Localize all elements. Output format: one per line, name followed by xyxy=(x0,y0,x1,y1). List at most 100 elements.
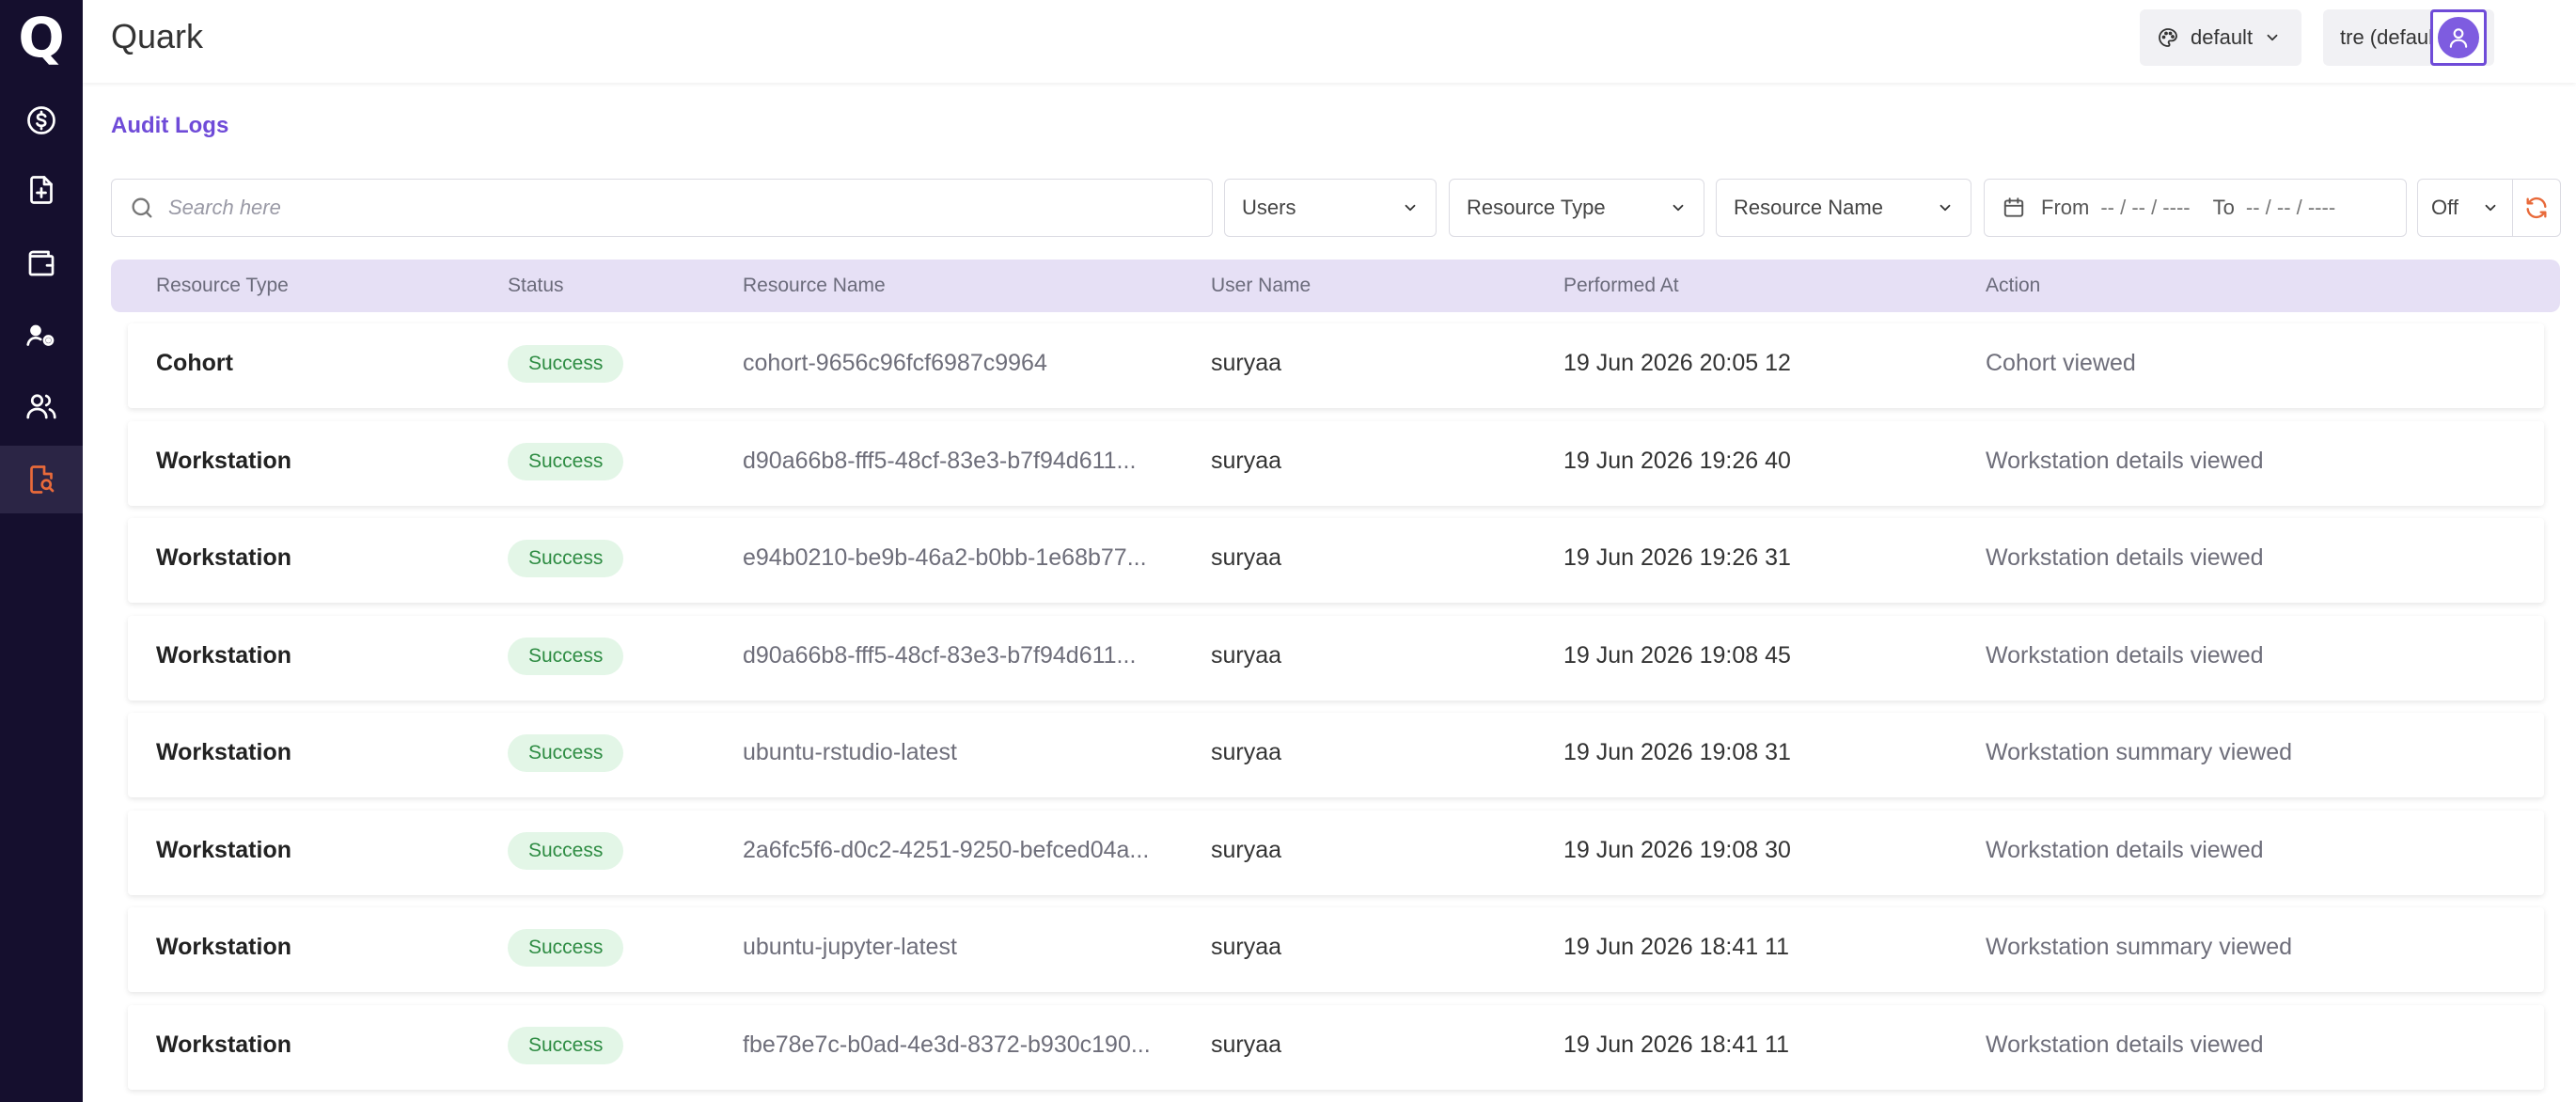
date-to-input[interactable]: -- / -- / ---- xyxy=(2246,196,2335,220)
table-row[interactable]: Workstation Success ubuntu-jupyter-lates… xyxy=(128,907,2544,992)
cell-performed-at: 19 Jun 2026 19:08 45 xyxy=(1563,642,1791,669)
chevron-down-icon xyxy=(2267,34,2278,41)
cell-resource-name: cohort-9656c96fcf6987c9964 xyxy=(743,350,1047,376)
chevron-down-icon xyxy=(1940,204,1951,212)
status-badge: Success xyxy=(508,540,624,577)
table-row[interactable]: Workstation Success d90a66b8-fff5-48cf-8… xyxy=(128,421,2544,506)
cell-resource-name: e94b0210-be9b-46a2-b0bb-1e68b77... xyxy=(743,544,1147,571)
chevron-down-icon xyxy=(1673,204,1684,212)
nav-item-billing[interactable] xyxy=(0,87,83,154)
cell-user-name: suryaa xyxy=(1211,837,1282,863)
cell-performed-at: 19 Jun 2026 19:08 31 xyxy=(1563,739,1791,765)
dollar-circle-icon xyxy=(27,106,55,134)
status-badge: Success xyxy=(508,734,624,772)
resource-type-filter-label: Resource Type xyxy=(1467,196,1606,219)
date-to-label: To xyxy=(2212,196,2235,219)
sidebar: Q xyxy=(0,0,83,1102)
profile-avatar-button[interactable] xyxy=(2430,9,2487,66)
top-header: Quark default tre (default) xyxy=(83,0,2576,83)
table-row[interactable]: Cohort Success cohort-9656c96fcf6987c996… xyxy=(128,323,2544,408)
cell-performed-at: 19 Jun 2026 20:05 12 xyxy=(1563,350,1791,376)
cell-performed-at: 19 Jun 2026 18:41 11 xyxy=(1563,934,1790,960)
theme-select[interactable]: default xyxy=(2140,9,2301,66)
table-row[interactable]: Workstation Success 2a6fc5f6-d0c2-4251-9… xyxy=(128,811,2544,895)
table-header: Resource Type Status Resource Name User … xyxy=(111,260,2560,312)
date-range-picker[interactable]: From -- / -- / ---- To -- / -- / ---- xyxy=(1984,179,2407,237)
app-title: Quark xyxy=(111,17,204,55)
cell-action: Cohort viewed xyxy=(1986,350,2136,376)
nav-item-wallet[interactable] xyxy=(0,229,83,297)
table-row[interactable]: Workstation Success fbe78e7c-b0ad-4e3d-8… xyxy=(128,1005,2544,1090)
table-row[interactable]: Workstation Success e94b0210-be9b-46a2-b… xyxy=(128,518,2544,603)
nav-item-users[interactable] xyxy=(0,372,83,440)
column-header-resource-type: Resource Type xyxy=(156,275,289,296)
refresh-button[interactable] xyxy=(2512,179,2561,237)
user-icon xyxy=(2449,28,2468,48)
refresh-icon xyxy=(2526,197,2547,219)
cell-action: Workstation details viewed xyxy=(1986,837,2264,863)
cell-action: Workstation summary viewed xyxy=(1986,934,2293,960)
breadcrumb[interactable]: Audit Logs xyxy=(111,113,228,139)
cell-resource-name: d90a66b8-fff5-48cf-83e3-b7f94d611... xyxy=(743,448,1137,474)
cell-performed-at: 19 Jun 2026 19:08 30 xyxy=(1563,837,1791,863)
search-icon xyxy=(132,197,152,218)
status-badge: Success xyxy=(508,832,624,870)
cell-action: Workstation details viewed xyxy=(1986,544,2264,571)
cell-performed-at: 19 Jun 2026 19:26 40 xyxy=(1563,448,1791,474)
calendar-icon xyxy=(2003,197,2024,217)
cell-resource-name: 2a6fc5f6-d0c2-4251-9250-befced04a... xyxy=(743,837,1150,863)
chevron-down-icon xyxy=(1405,204,1416,212)
cell-user-name: suryaa xyxy=(1211,448,1282,474)
cell-action: Workstation summary viewed xyxy=(1986,739,2293,765)
refresh-interval-label: Off xyxy=(2431,196,2458,219)
search-input[interactable] xyxy=(168,196,1108,220)
resource-name-filter-label: Resource Name xyxy=(1734,196,1883,219)
cell-performed-at: 19 Jun 2026 18:41 11 xyxy=(1563,1031,1790,1058)
cell-resource-type: Workstation xyxy=(156,739,291,765)
search-box[interactable] xyxy=(111,179,1213,237)
cell-resource-name: ubuntu-rstudio-latest xyxy=(743,739,957,765)
cell-resource-name: d90a66b8-fff5-48cf-83e3-b7f94d611... xyxy=(743,642,1137,669)
status-badge: Success xyxy=(508,929,624,967)
status-badge: Success xyxy=(508,638,624,675)
wallet-icon xyxy=(28,250,55,276)
table-row[interactable]: Workstation Success d90a66b8-fff5-48cf-8… xyxy=(128,616,2544,701)
status-badge: Success xyxy=(508,1027,624,1064)
cell-resource-name: fbe78e7c-b0ad-4e3d-8372-b930c190... xyxy=(743,1031,1151,1058)
cell-resource-type: Cohort xyxy=(156,350,233,376)
cell-action: Workstation details viewed xyxy=(1986,448,2264,474)
cell-user-name: suryaa xyxy=(1211,739,1282,765)
app-logo[interactable]: Q xyxy=(0,0,83,75)
nav-item-audit-logs[interactable] xyxy=(0,446,83,513)
chevron-down-icon xyxy=(2485,204,2496,212)
date-from-input[interactable]: -- / -- / ---- xyxy=(2100,196,2190,220)
cell-resource-type: Workstation xyxy=(156,448,291,474)
theme-select-label: default xyxy=(2191,25,2254,49)
cell-resource-type: Workstation xyxy=(156,1031,291,1058)
resource-name-filter-select[interactable]: Resource Name xyxy=(1716,179,1971,237)
table-row[interactable]: Workstation Success ubuntu-rstudio-lates… xyxy=(128,713,2544,797)
users-icon xyxy=(26,394,56,419)
users-filter-label: Users xyxy=(1242,196,1296,219)
nav-item-user-settings[interactable] xyxy=(0,301,83,369)
column-header-status: Status xyxy=(508,275,564,296)
users-filter-select[interactable]: Users xyxy=(1224,179,1437,237)
column-header-action: Action xyxy=(1986,275,2041,296)
refresh-interval-select[interactable]: Off xyxy=(2417,179,2513,237)
filter-bar: Users Resource Type Resource Name From -… xyxy=(0,179,2576,237)
cell-user-name: suryaa xyxy=(1211,544,1282,571)
cell-resource-name: ubuntu-jupyter-latest xyxy=(743,934,957,960)
cell-action: Workstation details viewed xyxy=(1986,642,2264,669)
cell-user-name: suryaa xyxy=(1211,642,1282,669)
cell-resource-type: Workstation xyxy=(156,934,291,960)
cell-performed-at: 19 Jun 2026 19:26 31 xyxy=(1563,544,1791,571)
resource-type-filter-select[interactable]: Resource Type xyxy=(1449,179,1704,237)
file-search-icon xyxy=(30,465,55,494)
user-gear-icon xyxy=(26,324,55,346)
cell-user-name: suryaa xyxy=(1211,350,1282,376)
cell-resource-type: Workstation xyxy=(156,544,291,571)
cell-user-name: suryaa xyxy=(1211,934,1282,960)
status-badge: Success xyxy=(508,345,624,383)
column-header-performed-at: Performed At xyxy=(1563,275,1679,296)
cell-resource-type: Workstation xyxy=(156,642,291,669)
